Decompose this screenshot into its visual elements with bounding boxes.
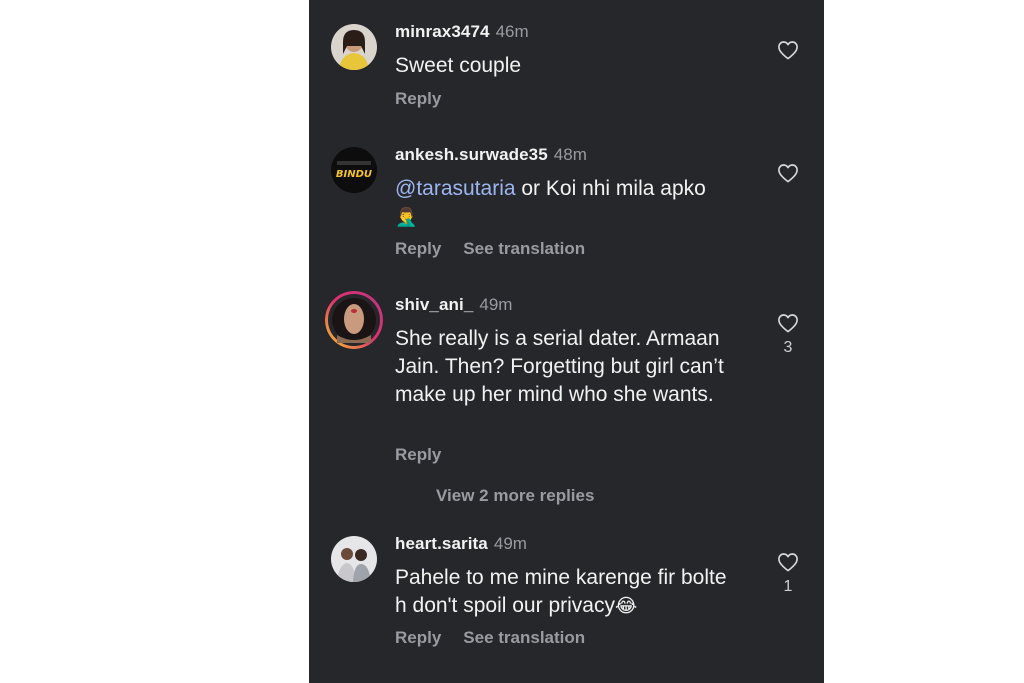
comment-header: shiv_ani_ 49m <box>395 295 512 315</box>
heart-icon <box>778 314 798 333</box>
like-button[interactable]: 3 <box>776 313 800 357</box>
like-count: 3 <box>783 339 793 356</box>
comment-text-content: or Koi nhi mila apko <box>515 177 706 200</box>
reply-button[interactable]: Reply <box>395 628 441 647</box>
comment-header: ankesh.surwade35 48m <box>395 145 587 165</box>
laughing-emoji: 😂 <box>614 596 638 617</box>
timestamp: 48m <box>553 145 587 164</box>
comment-header: heart.sarita 49m <box>395 534 527 554</box>
username[interactable]: minrax3474 <box>395 22 490 41</box>
comment-text-content: Pahele to me mine karenge fir bolte h do… <box>395 566 727 617</box>
comment-actions: Reply See translation <box>395 239 585 259</box>
comment-text: She really is a serial dater. Armaan Jai… <box>395 327 724 406</box>
username[interactable]: heart.sarita <box>395 534 488 553</box>
comment-text: Pahele to me mine karenge fir bolte h do… <box>395 564 740 621</box>
heart-icon <box>778 41 798 60</box>
see-translation-button[interactable]: See translation <box>463 239 585 258</box>
like-count: 1 <box>783 578 793 595</box>
reply-button[interactable]: Reply <box>395 239 441 258</box>
reply-button[interactable]: Reply <box>395 89 441 108</box>
timestamp: 49m <box>479 295 513 314</box>
comment-text: @tarasutaria or Koi nhi mila apko 🤦‍♂️ <box>395 175 755 231</box>
like-button[interactable]: 1 <box>776 552 800 596</box>
timestamp: 49m <box>493 534 527 553</box>
comment-header: minrax3474 46m <box>395 22 529 42</box>
facepalm-emoji: 🤦‍♂️ <box>395 207 418 227</box>
avatar-logo-text: BINDU <box>336 169 372 180</box>
reply-button[interactable]: Reply <box>395 445 441 464</box>
timestamp: 46m <box>495 22 529 41</box>
avatar[interactable]: BINDU <box>331 147 377 193</box>
avatar[interactable] <box>331 24 377 70</box>
like-button[interactable] <box>776 163 800 183</box>
comment-text: Sweet couple <box>395 54 522 77</box>
comment-actions: Reply See translation <box>395 628 585 648</box>
like-button[interactable] <box>776 40 800 60</box>
username[interactable]: shiv_ani_ <box>395 295 473 314</box>
comments-panel: minrax3474 46m Sweet couple Reply BINDU a… <box>309 0 824 683</box>
see-translation-button[interactable]: See translation <box>463 628 585 647</box>
view-more-replies-button[interactable]: View 2 more replies <box>436 486 594 506</box>
username[interactable]: ankesh.surwade35 <box>395 145 548 164</box>
mention-link[interactable]: @tarasutaria <box>395 177 516 200</box>
comment-actions: Reply <box>395 445 441 465</box>
heart-icon <box>778 553 798 572</box>
heart-icon <box>778 164 798 183</box>
avatar[interactable] <box>331 536 377 582</box>
avatar[interactable] <box>325 291 383 349</box>
comment-actions: Reply <box>395 89 441 109</box>
